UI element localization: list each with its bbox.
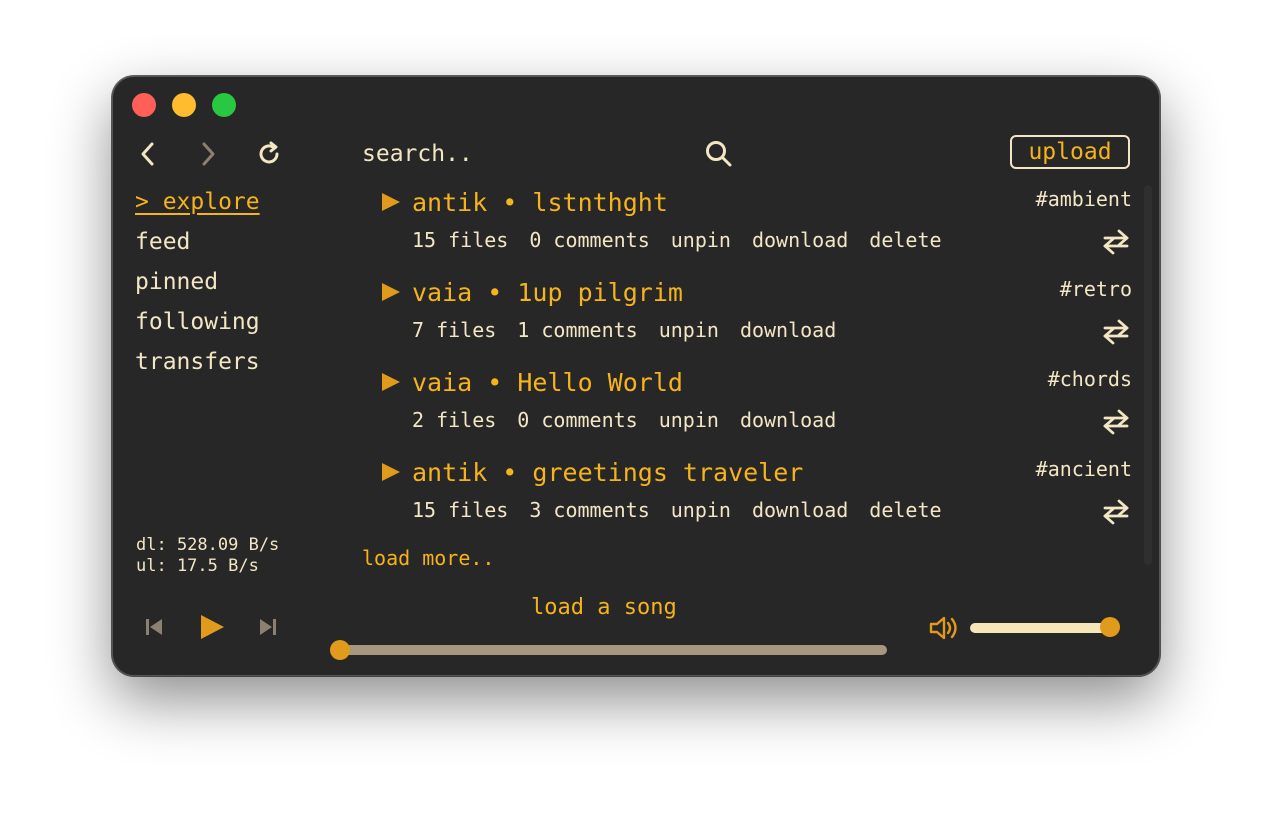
- post-title[interactable]: antik • lstnthght: [412, 188, 668, 217]
- post-actions: 2 files 0 comments unpin download: [412, 408, 836, 432]
- comments-link[interactable]: 1 comments: [517, 318, 637, 342]
- progress-bar[interactable]: [341, 645, 887, 655]
- window-controls: [132, 93, 236, 117]
- download-rate: dl: 528.09 B/s: [136, 535, 280, 555]
- play-icon[interactable]: [380, 461, 402, 483]
- transfer-rates: dl: 528.09 B/s ul: 17.5 B/s: [136, 535, 279, 577]
- files-link[interactable]: 2 files: [412, 408, 496, 432]
- swap-arrows-icon[interactable]: [1100, 318, 1132, 346]
- volume-handle[interactable]: [1100, 617, 1120, 637]
- download-button[interactable]: download: [740, 318, 836, 342]
- back-button[interactable]: [133, 137, 163, 171]
- now-playing-label: load a song: [531, 595, 677, 620]
- play-icon[interactable]: [380, 371, 402, 393]
- comments-link[interactable]: 0 comments: [529, 228, 649, 252]
- skip-forward-icon[interactable]: [258, 616, 278, 638]
- volume-icon[interactable]: [928, 614, 960, 642]
- comments-link[interactable]: 0 comments: [517, 408, 637, 432]
- post-list: antik • lstnthght #ambient 15 files 0 co…: [362, 183, 1132, 543]
- play-icon[interactable]: [380, 191, 402, 213]
- progress-handle[interactable]: [330, 640, 350, 660]
- post-actions: 15 files 0 comments unpin download delet…: [412, 228, 942, 252]
- unpin-button[interactable]: unpin: [659, 318, 719, 342]
- sidebar-item-following[interactable]: following: [135, 302, 260, 342]
- skip-back-icon[interactable]: [144, 616, 164, 638]
- zoom-window-button[interactable]: [212, 93, 236, 117]
- chevron-left-icon: [141, 142, 154, 166]
- refresh-icon: [259, 141, 279, 164]
- unpin-button[interactable]: unpin: [671, 228, 731, 252]
- swap-arrows-icon[interactable]: [1100, 498, 1132, 526]
- download-button[interactable]: download: [752, 498, 848, 522]
- post-title[interactable]: antik • greetings traveler: [412, 458, 803, 487]
- upload-button[interactable]: upload: [1010, 135, 1130, 169]
- sidebar-item-transfers[interactable]: transfers: [135, 342, 260, 382]
- forward-button[interactable]: [193, 137, 223, 171]
- sidebar-item-feed[interactable]: feed: [135, 222, 260, 262]
- sidebar-item-pinned[interactable]: pinned: [135, 262, 260, 302]
- files-link[interactable]: 15 files: [412, 498, 508, 522]
- sidebar: > explore feed pinned following transfer…: [135, 182, 260, 382]
- load-more-button[interactable]: load more..: [362, 545, 494, 571]
- post-actions: 15 files 3 comments unpin download delet…: [412, 498, 942, 522]
- swap-arrows-icon[interactable]: [1100, 228, 1132, 256]
- play-icon[interactable]: [198, 613, 226, 641]
- download-button[interactable]: download: [740, 408, 836, 432]
- post-item: antik • lstnthght #ambient 15 files 0 co…: [362, 183, 1132, 273]
- refresh-button[interactable]: [254, 137, 284, 171]
- delete-button[interactable]: delete: [869, 498, 941, 522]
- search-icon[interactable]: [704, 139, 734, 169]
- post-title[interactable]: vaia • 1up pilgrim: [412, 278, 683, 307]
- app-window: search.. upload > explore feed pinned fo…: [112, 76, 1160, 676]
- play-icon[interactable]: [380, 281, 402, 303]
- post-tag[interactable]: #chords: [1048, 367, 1132, 391]
- upload-rate: ul: 17.5 B/s: [136, 556, 259, 576]
- post-tag[interactable]: #ambient: [1036, 187, 1132, 211]
- scrollbar[interactable]: [1144, 185, 1152, 565]
- files-link[interactable]: 7 files: [412, 318, 496, 342]
- swap-arrows-icon[interactable]: [1100, 408, 1132, 436]
- files-link[interactable]: 15 files: [412, 228, 508, 252]
- minimize-window-button[interactable]: [172, 93, 196, 117]
- chevron-right-icon: [202, 142, 215, 166]
- delete-button[interactable]: delete: [869, 228, 941, 252]
- volume-slider[interactable]: [970, 623, 1110, 633]
- sidebar-item-explore[interactable]: > explore: [135, 182, 260, 222]
- download-button[interactable]: download: [752, 228, 848, 252]
- post-item: vaia • Hello World #chords 2 files 0 com…: [362, 363, 1132, 453]
- unpin-button[interactable]: unpin: [659, 408, 719, 432]
- comments-link[interactable]: 3 comments: [529, 498, 649, 522]
- close-window-button[interactable]: [132, 93, 156, 117]
- post-title[interactable]: vaia • Hello World: [412, 368, 683, 397]
- post-item: antik • greetings traveler #ancient 15 f…: [362, 453, 1132, 543]
- unpin-button[interactable]: unpin: [671, 498, 731, 522]
- post-tag[interactable]: #retro: [1060, 277, 1132, 301]
- search-input[interactable]: search..: [362, 137, 692, 171]
- post-tag[interactable]: #ancient: [1036, 457, 1132, 481]
- post-actions: 7 files 1 comments unpin download: [412, 318, 836, 342]
- post-item: vaia • 1up pilgrim #retro 7 files 1 comm…: [362, 273, 1132, 363]
